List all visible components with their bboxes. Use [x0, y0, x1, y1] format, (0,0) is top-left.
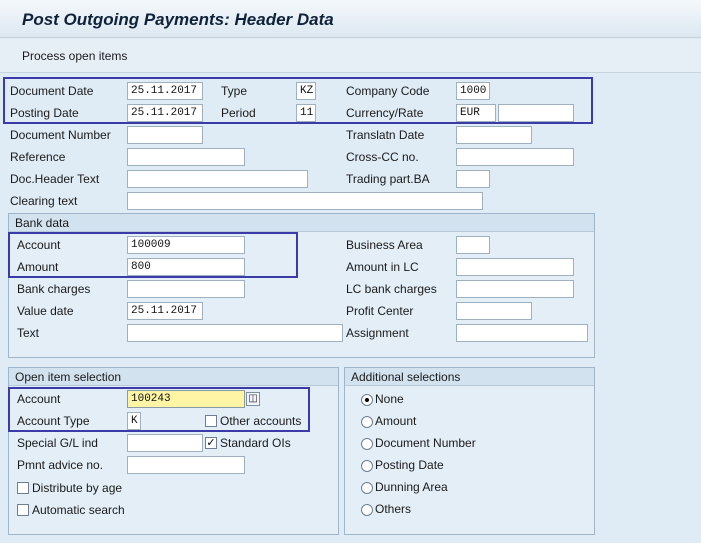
translatn-date-field[interactable]	[456, 126, 532, 144]
radio-others[interactable]	[361, 504, 373, 516]
radio-document-number-label: Document Number	[375, 436, 476, 450]
radio-none[interactable]	[361, 394, 373, 406]
standard-ois-label: Standard OIs	[220, 436, 291, 450]
document-number-field[interactable]	[127, 126, 203, 144]
cross-cc-label: Cross-CC no.	[346, 150, 419, 164]
amount-lc-label: Amount in LC	[346, 260, 419, 274]
process-open-items-button[interactable]: Process open items	[22, 49, 127, 63]
business-area-field[interactable]	[456, 236, 490, 254]
lc-bank-charges-label: LC bank charges	[346, 282, 437, 296]
cross-cc-field[interactable]	[456, 148, 574, 166]
radio-posting-date-label: Posting Date	[375, 458, 444, 472]
title-bar: Post Outgoing Payments: Header Data	[0, 0, 701, 38]
distribute-by-age-label: Distribute by age	[32, 481, 123, 495]
bank-data-title: Bank data	[9, 214, 594, 232]
highlight-frame-header	[3, 77, 593, 124]
reference-field[interactable]	[127, 148, 245, 166]
radio-posting-date[interactable]	[361, 460, 373, 472]
pmnt-advice-label: Pmnt advice no.	[17, 458, 104, 472]
lc-bank-charges-field[interactable]	[456, 280, 574, 298]
reference-label: Reference	[10, 150, 66, 164]
text-field[interactable]	[127, 324, 343, 342]
pmnt-advice-field[interactable]	[127, 456, 245, 474]
profit-center-field[interactable]	[456, 302, 532, 320]
special-gl-label: Special G/L ind	[17, 436, 98, 450]
business-area-label: Business Area	[346, 238, 423, 252]
value-date-field[interactable]: 25.11.2017	[127, 302, 203, 320]
clearing-text-field[interactable]	[127, 192, 483, 210]
translatn-date-label: Translatn Date	[346, 128, 425, 142]
radio-none-label: None	[375, 392, 404, 406]
trading-part-field[interactable]	[456, 170, 490, 188]
automatic-search-label: Automatic search	[32, 503, 125, 517]
bank-charges-label: Bank charges	[17, 282, 91, 296]
page-title: Post Outgoing Payments: Header Data	[22, 10, 334, 29]
radio-amount-label: Amount	[375, 414, 417, 428]
bank-charges-field[interactable]	[127, 280, 245, 298]
radio-document-number[interactable]	[361, 438, 373, 450]
profit-center-label: Profit Center	[346, 304, 414, 318]
value-date-label: Value date	[17, 304, 74, 318]
clearing-text-label: Clearing text	[10, 194, 78, 208]
automatic-search-checkbox[interactable]	[17, 504, 29, 516]
radio-others-label: Others	[375, 502, 412, 516]
additional-selections-title: Additional selections	[345, 368, 594, 386]
standard-ois-checkbox[interactable]: ✓	[205, 437, 217, 449]
doc-header-text-label: Doc.Header Text	[10, 172, 100, 186]
special-gl-field[interactable]	[127, 434, 203, 452]
distribute-by-age-checkbox[interactable]	[17, 482, 29, 494]
radio-amount[interactable]	[361, 416, 373, 428]
radio-dunning-area[interactable]	[361, 482, 373, 494]
trading-part-label: Trading part.BA	[346, 172, 430, 186]
highlight-frame-bank	[8, 232, 298, 278]
assignment-label: Assignment	[346, 326, 409, 340]
open-item-selection-title: Open item selection	[9, 368, 338, 386]
document-number-label: Document Number	[10, 128, 111, 142]
doc-header-text-field[interactable]	[127, 170, 308, 188]
assignment-field[interactable]	[456, 324, 588, 342]
amount-lc-field[interactable]	[456, 258, 574, 276]
highlight-frame-open-item	[8, 387, 310, 432]
text-label: Text	[17, 326, 40, 340]
radio-dunning-area-label: Dunning Area	[375, 480, 448, 494]
application-toolbar: Process open items	[0, 39, 701, 73]
